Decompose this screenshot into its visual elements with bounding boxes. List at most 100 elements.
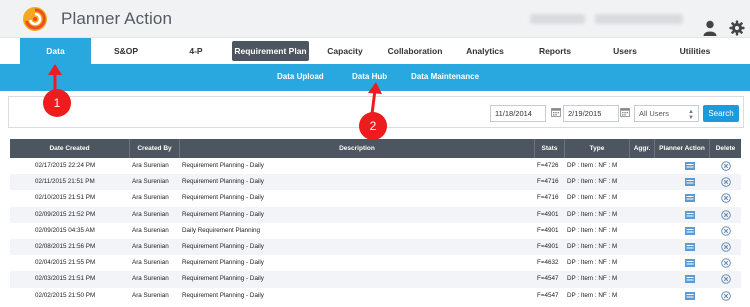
cell-stats: F=4726	[537, 162, 559, 169]
cell-type: DP : Item : NF : M	[567, 162, 618, 169]
delete-icon[interactable]	[721, 290, 731, 301]
planner-action-icon[interactable]	[685, 291, 695, 300]
col-aggr[interactable]: Aggr.	[630, 139, 655, 158]
col-type[interactable]: Type	[565, 139, 630, 158]
col-description[interactable]: Description	[180, 139, 535, 158]
tab-4p[interactable]: 4-P	[180, 38, 212, 64]
cell-stats: F=4901	[537, 210, 559, 218]
annotation-badge-2: 2	[359, 112, 387, 140]
planner-action-icon[interactable]	[685, 275, 695, 284]
cell-date-created: 02/04/2015 21:55 PM	[35, 259, 96, 267]
user-icon[interactable]	[703, 20, 717, 36]
table-row[interactable]: 02/09/2015 04:35 AM Ara Surenian Daily R…	[10, 223, 741, 239]
cell-stats: F=4716	[537, 194, 559, 202]
cell-date-created: 02/03/2015 21:51 PM	[35, 275, 96, 283]
app-title: Planner Action	[61, 9, 173, 28]
table-body: 02/17/2015 22:24 PM Ara Surenian Require…	[10, 158, 741, 304]
cell-type: DP : Item : NF : M	[567, 259, 618, 267]
cell-description: Requirement Planning - Daily	[182, 162, 264, 169]
col-date-created[interactable]: Date Created	[10, 139, 130, 158]
main-nav: Data S&OP 4-P Requirement Plan Capacity …	[0, 38, 750, 64]
search-button[interactable]: Search	[703, 105, 739, 122]
cell-stats: F=4901	[537, 226, 559, 234]
cell-description: Requirement Planning - Daily	[182, 178, 264, 186]
table-row[interactable]: 02/08/2015 21:56 PM Ara Surenian Require…	[10, 238, 741, 256]
gear-icon[interactable]	[729, 20, 745, 36]
cell-created-by: Ara Surenian	[132, 259, 169, 267]
planner-action-icon[interactable]	[685, 194, 695, 203]
cell-created-by: Ara Surenian	[132, 242, 169, 250]
cell-created-by: Ara Surenian	[132, 210, 169, 218]
col-planner-action[interactable]: Planner Action	[655, 139, 710, 158]
cell-stats: F=4901	[537, 242, 559, 250]
tab-reports[interactable]: Reports	[530, 38, 580, 64]
cell-created-by: Ara Surenian	[132, 162, 169, 169]
col-created-by[interactable]: Created By	[130, 139, 180, 158]
delete-icon[interactable]	[721, 225, 731, 236]
delete-icon[interactable]	[721, 193, 731, 204]
col-stats[interactable]: Stats	[535, 139, 565, 158]
calendar-icon[interactable]	[551, 107, 561, 117]
cell-date-created: 02/10/2015 21:51 PM	[35, 194, 96, 202]
cell-type: DP : Item : NF : M	[567, 275, 618, 283]
cell-date-created: 02/02/2015 21:50 PM	[35, 291, 96, 299]
table-row[interactable]: 02/04/2015 21:55 PM Ara Surenian Require…	[10, 255, 741, 271]
cell-description: Requirement Planning - Daily	[182, 242, 264, 250]
planner-action-icon[interactable]	[685, 259, 695, 268]
table-row[interactable]: 02/09/2015 21:52 PM Ara Surenian Require…	[10, 206, 741, 223]
table-header: Date Created Created By Description Stat…	[10, 139, 741, 158]
annotation-badge-1: 1	[43, 89, 71, 117]
annotation-arrow-2	[368, 82, 382, 115]
calendar-icon[interactable]	[620, 107, 630, 117]
cell-stats: F=4547	[537, 291, 559, 299]
planner-action-icon[interactable]	[685, 178, 695, 187]
delete-icon[interactable]	[721, 274, 731, 285]
tab-utilities[interactable]: Utilities	[670, 38, 720, 64]
tab-data[interactable]: Data	[20, 38, 91, 64]
col-delete[interactable]: Delete	[710, 139, 741, 158]
delete-icon[interactable]	[721, 209, 731, 220]
end-date-input[interactable]: 2/19/2015	[563, 105, 619, 122]
tab-capacity[interactable]: Capacity	[322, 38, 368, 64]
cell-created-by: Ara Surenian	[132, 275, 169, 283]
delete-icon[interactable]	[721, 258, 731, 268]
planner-action-icon[interactable]	[685, 226, 695, 235]
cell-stats: F=4632	[537, 259, 559, 267]
cell-type: DP : Item : NF : M	[567, 178, 618, 186]
tab-requirement-plan[interactable]: Requirement Plan	[232, 41, 309, 61]
cell-stats: F=4716	[537, 178, 559, 186]
cell-created-by: Ara Surenian	[132, 178, 169, 186]
planner-action-icon[interactable]	[685, 210, 695, 219]
delete-icon[interactable]	[721, 161, 731, 171]
cell-date-created: 02/09/2015 04:35 AM	[35, 226, 95, 234]
planner-action-icon[interactable]	[685, 162, 695, 170]
cell-description: Requirement Planning - Daily	[182, 275, 264, 283]
cell-type: DP : Item : NF : M	[567, 226, 618, 234]
blurred-account-info	[595, 14, 683, 24]
subtab-data-upload[interactable]: Data Upload	[277, 64, 324, 91]
table-row[interactable]: 02/10/2015 21:51 PM Ara Surenian Require…	[10, 190, 741, 206]
delete-icon[interactable]	[721, 177, 731, 187]
table-row[interactable]: 02/17/2015 22:24 PM Ara Surenian Require…	[10, 158, 741, 174]
cell-created-by: Ara Surenian	[132, 291, 169, 299]
tab-collaboration[interactable]: Collaboration	[383, 38, 447, 64]
cell-type: DP : Item : NF : M	[567, 194, 618, 202]
cell-type: DP : Item : NF : M	[567, 210, 618, 218]
table-row[interactable]: 02/02/2015 21:50 PM Ara Surenian Require…	[10, 288, 741, 304]
table-row[interactable]: 02/03/2015 21:51 PM Ara Surenian Require…	[10, 271, 741, 288]
user-select[interactable]: All Users ▲ ▼	[634, 105, 699, 122]
planner-action-icon[interactable]	[685, 242, 695, 251]
subtab-data-maintenance[interactable]: Data Maintenance	[411, 64, 479, 91]
delete-icon[interactable]	[721, 242, 731, 252]
cell-created-by: Ara Surenian	[132, 226, 169, 234]
tab-sop[interactable]: S&OP	[100, 38, 152, 64]
start-date-input[interactable]: 11/18/2014	[490, 105, 546, 122]
tab-users[interactable]: Users	[605, 38, 645, 64]
cell-type: DP : Item : NF : M	[567, 291, 618, 299]
swirl-logo-icon[interactable]	[22, 6, 48, 32]
cell-stats: F=4547	[537, 275, 559, 283]
tab-analytics[interactable]: Analytics	[460, 38, 510, 64]
chevron-updown-icon: ▲ ▼	[688, 109, 694, 121]
table-row[interactable]: 02/11/2015 21:51 PM Ara Surenian Require…	[10, 174, 741, 191]
cell-date-created: 02/11/2015 21:51 PM	[35, 178, 95, 186]
